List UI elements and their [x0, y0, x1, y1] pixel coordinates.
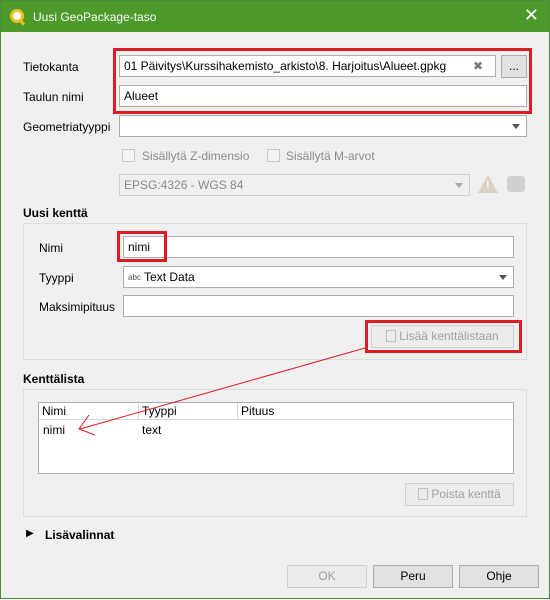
help-button[interactable]: Ohje	[459, 565, 539, 588]
expand-arrow-icon[interactable]: ▶	[26, 528, 34, 539]
cancel-button[interactable]: Peru	[373, 565, 453, 588]
annotation-arrow	[78, 347, 366, 436]
advanced-options-label[interactable]: Lisävalinnat	[45, 528, 114, 542]
dialog-window: Uusi GeoPackage-taso ✕ Tietokanta 01 Päi…	[0, 0, 550, 599]
ok-button[interactable]: OK	[287, 565, 367, 588]
